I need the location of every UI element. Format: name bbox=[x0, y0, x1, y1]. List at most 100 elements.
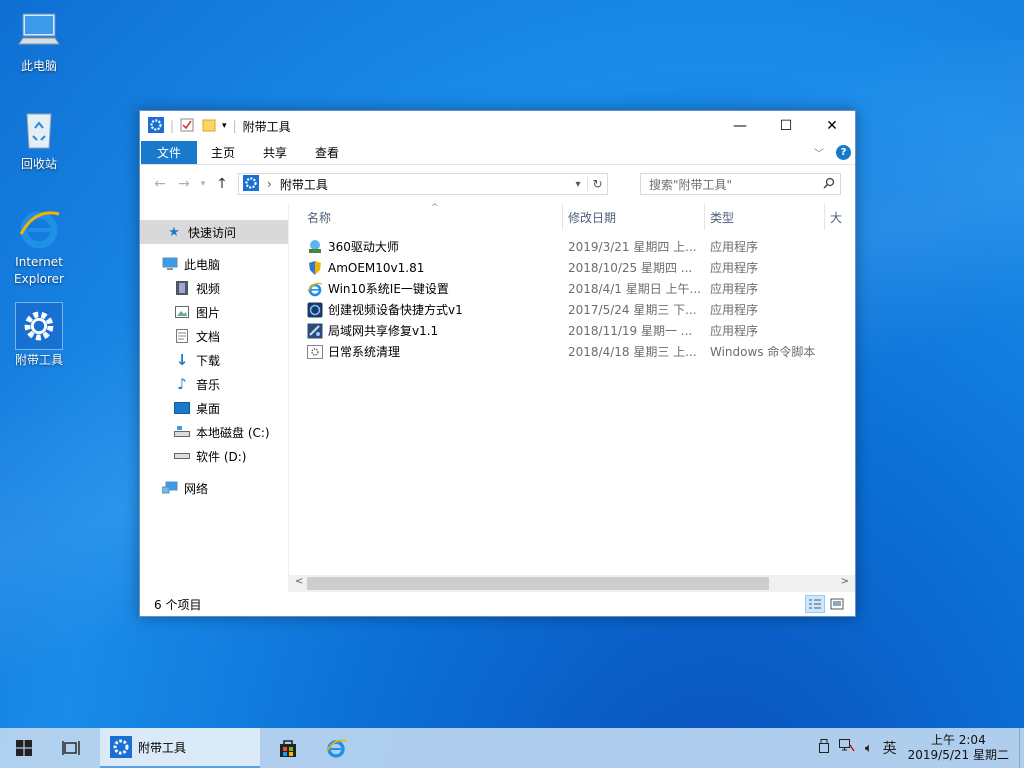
help-icon[interactable]: ? bbox=[836, 145, 851, 160]
download-arrow-icon: ↓ bbox=[175, 351, 189, 369]
horizontal-scrollbar[interactable]: < > bbox=[289, 575, 855, 592]
forward-arrow-icon[interactable]: → bbox=[172, 176, 196, 192]
column-header-size[interactable]: 大 bbox=[825, 204, 855, 230]
desktop-icon-this-pc[interactable]: 此电脑 bbox=[8, 8, 70, 75]
show-desktop-button[interactable] bbox=[1019, 728, 1024, 768]
table-row[interactable]: 日常系统清理 2018/4/18 星期三 上... Windows 命令脚本 bbox=[289, 341, 855, 362]
music-note-icon: ♪ bbox=[177, 375, 187, 393]
sidebar-item-label: 快速访问 bbox=[188, 225, 237, 240]
sidebar-item-quick-access[interactable]: ★ 快速访问 bbox=[140, 220, 288, 244]
start-button[interactable] bbox=[0, 728, 48, 768]
explorer-window: | ▾ | 附带工具 — ☐ ✕ 文件 主页 共享 查看 ﹀ ? ← → ▾ ↑ bbox=[139, 110, 856, 617]
maximize-button[interactable]: ☐ bbox=[763, 111, 809, 141]
table-row[interactable]: 创建视频设备快捷方式v1 2017/5/24 星期三 下... 应用程序 bbox=[289, 299, 855, 320]
task-view-icon bbox=[62, 741, 80, 755]
column-header-date[interactable]: 修改日期 bbox=[563, 204, 705, 230]
system-tray: 🔈︎ 英 上午 2:04 2019/5/21 星期二 bbox=[814, 728, 1024, 768]
back-arrow-icon[interactable]: ← bbox=[148, 176, 172, 192]
driver-app-icon bbox=[307, 239, 323, 255]
tab-view[interactable]: 查看 bbox=[301, 141, 353, 164]
table-row[interactable]: Win10系统IE一键设置 2018/4/1 星期日 上午... 应用程序 bbox=[289, 278, 855, 299]
tab-home[interactable]: 主页 bbox=[197, 141, 249, 164]
sidebar-item-label: 此电脑 bbox=[184, 257, 221, 272]
column-header-type[interactable]: 类型 bbox=[705, 204, 825, 230]
settings-gear-icon bbox=[243, 174, 259, 194]
sidebar-item-videos[interactable]: 视频 bbox=[140, 276, 288, 300]
address-dropdown-icon[interactable]: ▾ bbox=[569, 179, 587, 190]
minimize-button[interactable]: — bbox=[717, 111, 763, 141]
tab-share[interactable]: 共享 bbox=[249, 141, 301, 164]
breadcrumb-separator[interactable]: › bbox=[267, 177, 272, 191]
column-header-name[interactable]: 名称 ^ bbox=[289, 203, 563, 230]
task-view-button[interactable] bbox=[48, 728, 94, 768]
properties-icon[interactable] bbox=[180, 118, 194, 135]
up-arrow-icon[interactable]: ↑ bbox=[210, 176, 234, 192]
large-icons-view-icon[interactable] bbox=[827, 595, 847, 613]
content-area: ★ 快速访问 此电脑 视频 图片 文档 ↓ 下载 ♪ 音乐 桌面 本地磁盘 (C… bbox=[140, 203, 855, 592]
sidebar-item-this-pc[interactable]: 此电脑 bbox=[140, 252, 288, 276]
sidebar-item-label: 音乐 bbox=[196, 377, 221, 392]
scroll-left-icon[interactable]: < bbox=[295, 576, 303, 587]
title-bar[interactable]: | ▾ | 附带工具 — ☐ ✕ bbox=[140, 111, 855, 141]
document-icon bbox=[174, 328, 190, 344]
ime-indicator[interactable]: 英 bbox=[883, 738, 897, 758]
camera-app-icon bbox=[307, 302, 323, 318]
sidebar-item-downloads[interactable]: ↓ 下载 bbox=[140, 348, 288, 372]
sidebar-item-desktop[interactable]: 桌面 bbox=[140, 396, 288, 420]
scroll-right-icon[interactable]: > bbox=[841, 576, 849, 587]
item-count: 6 个项目 bbox=[154, 597, 202, 612]
sidebar-item-label: 下载 bbox=[196, 353, 221, 368]
close-button[interactable]: ✕ bbox=[809, 111, 855, 141]
search-box[interactable]: 搜索"附带工具" bbox=[640, 173, 841, 195]
quick-access-dropdown-icon[interactable]: ▾ bbox=[222, 121, 227, 131]
sidebar-item-drive-d[interactable]: 软件 (D:) bbox=[140, 444, 288, 468]
desktop-icon-tools[interactable]: 附带工具 bbox=[8, 302, 70, 369]
desktop-icon-recycle-bin[interactable]: 回收站 bbox=[8, 106, 70, 173]
address-bar[interactable]: › 附带工具 ▾ ↻ bbox=[238, 173, 608, 195]
table-row[interactable]: 局域网共享修复v1.1 2018/11/19 星期一 ... 应用程序 bbox=[289, 320, 855, 341]
sidebar-item-label: 图片 bbox=[196, 305, 221, 320]
video-icon bbox=[174, 280, 190, 296]
windows-logo-icon bbox=[16, 740, 32, 756]
status-bar: 6 个项目 bbox=[140, 592, 855, 616]
recent-dropdown-icon[interactable]: ▾ bbox=[196, 179, 210, 189]
sidebar-item-label: 本地磁盘 (C:) bbox=[196, 425, 270, 440]
sidebar-item-label: 网络 bbox=[184, 481, 209, 496]
ribbon-expand-icon[interactable]: ﹀ bbox=[814, 145, 824, 160]
ribbon-tabs: 文件 主页 共享 查看 ﹀ ? bbox=[140, 141, 855, 165]
sidebar-item-label: 桌面 bbox=[196, 401, 221, 416]
sidebar-item-documents[interactable]: 文档 bbox=[140, 324, 288, 348]
shield-icon bbox=[307, 260, 323, 276]
table-row[interactable]: AmOEM10v1.81 2018/10/25 星期四 ... 应用程序 bbox=[289, 257, 855, 278]
sort-ascending-icon: ^ bbox=[431, 203, 439, 213]
script-gear-icon bbox=[307, 344, 323, 360]
sidebar-item-pictures[interactable]: 图片 bbox=[140, 300, 288, 324]
settings-gear-icon bbox=[15, 302, 63, 350]
sidebar-item-network[interactable]: 网络 bbox=[140, 476, 288, 500]
volume-icon[interactable]: 🔈︎ bbox=[865, 741, 873, 756]
taskbar-app-tools[interactable]: 附带工具 bbox=[100, 728, 260, 768]
sidebar-item-label: 文档 bbox=[196, 329, 221, 344]
title-divider: | bbox=[170, 119, 175, 133]
recycle-bin-icon bbox=[15, 106, 63, 154]
desktop-icon bbox=[174, 400, 190, 416]
usb-device-icon[interactable] bbox=[818, 739, 829, 757]
taskbar-ie-button[interactable] bbox=[312, 728, 360, 768]
tab-file[interactable]: 文件 bbox=[141, 141, 197, 164]
taskbar-store-button[interactable] bbox=[264, 728, 312, 768]
breadcrumb[interactable]: 附带工具 bbox=[280, 176, 328, 193]
sidebar-item-drive-c[interactable]: 本地磁盘 (C:) bbox=[140, 420, 288, 444]
table-row[interactable]: 360驱动大师 2019/3/21 星期四 上... 应用程序 bbox=[289, 236, 855, 257]
new-folder-icon[interactable] bbox=[202, 118, 216, 135]
network-status-icon[interactable] bbox=[838, 739, 855, 757]
refresh-icon[interactable]: ↻ bbox=[587, 177, 607, 191]
scrollbar-thumb[interactable] bbox=[307, 577, 769, 590]
navigation-pane: ★ 快速访问 此电脑 视频 图片 文档 ↓ 下载 ♪ 音乐 桌面 本地磁盘 (C… bbox=[140, 204, 289, 592]
search-icon[interactable] bbox=[818, 177, 840, 192]
clock[interactable]: 上午 2:04 2019/5/21 星期二 bbox=[908, 733, 1009, 763]
search-input[interactable]: 搜索"附带工具" bbox=[649, 176, 732, 193]
desktop-icon-ie[interactable]: Internet Explorer bbox=[8, 204, 70, 288]
details-view-icon[interactable] bbox=[805, 595, 825, 613]
computer-icon bbox=[162, 256, 178, 272]
sidebar-item-music[interactable]: ♪ 音乐 bbox=[140, 372, 288, 396]
